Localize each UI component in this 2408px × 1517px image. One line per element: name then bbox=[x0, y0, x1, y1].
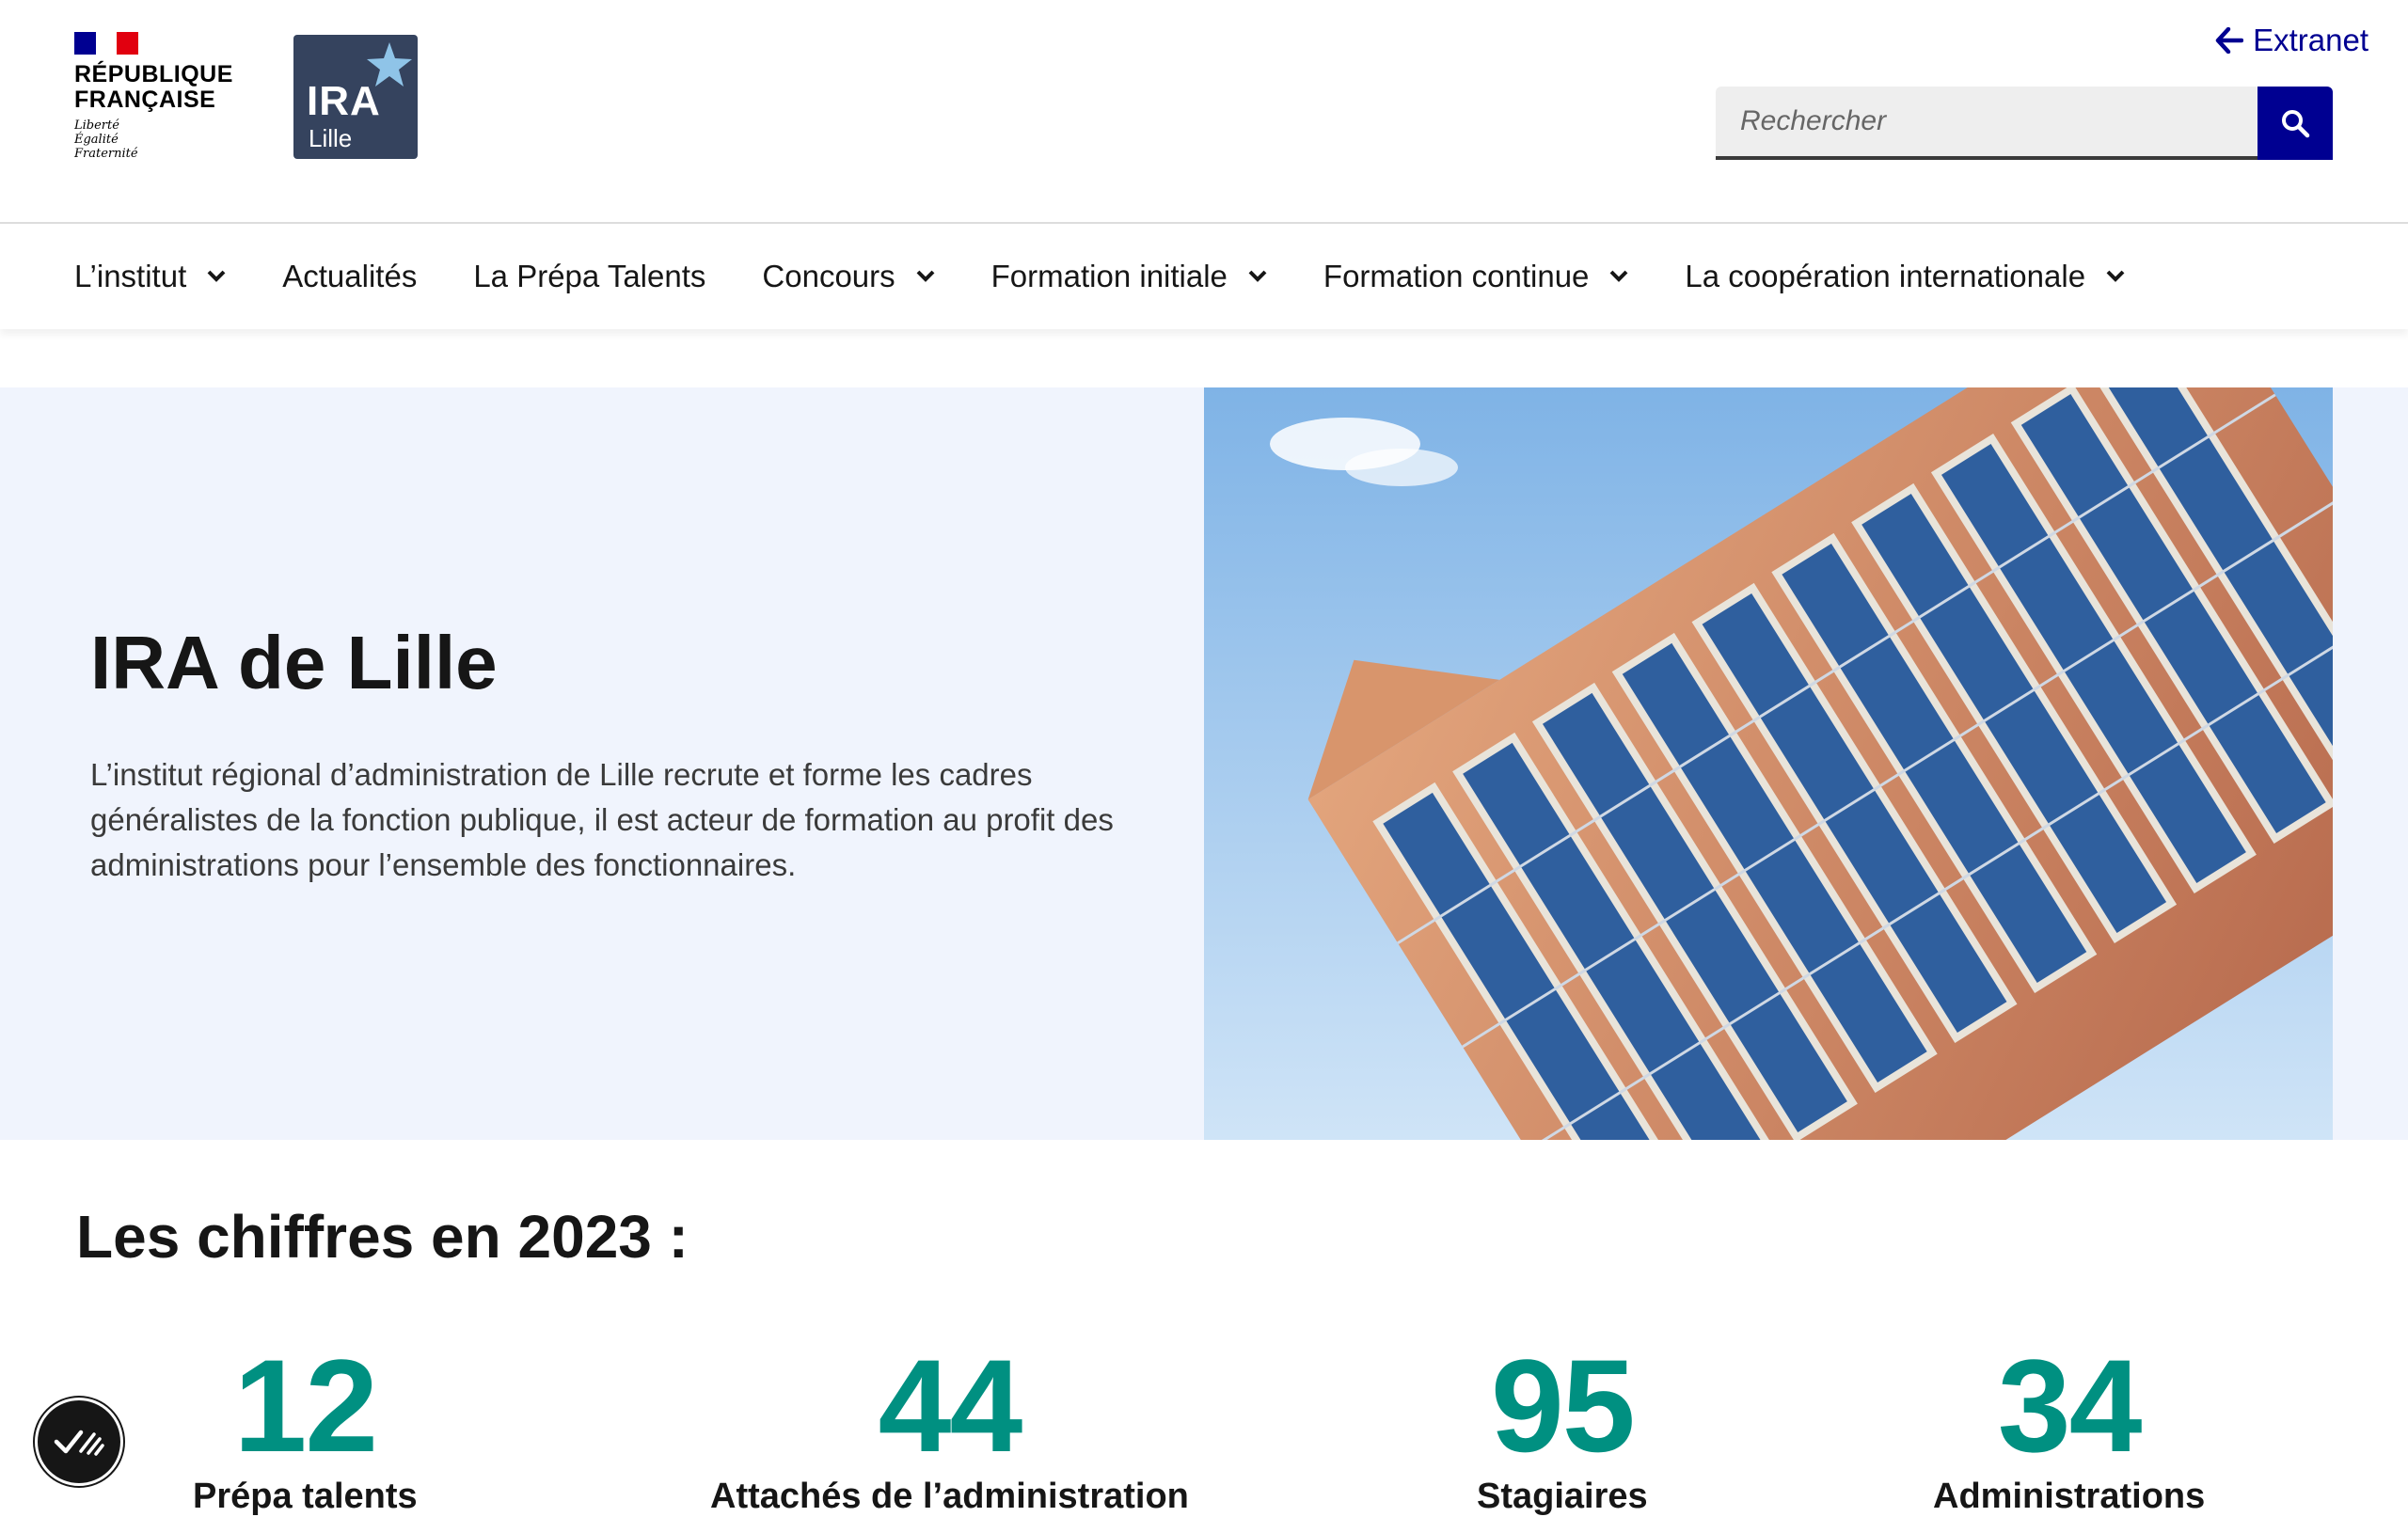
nav-item-institut[interactable]: L’institut bbox=[46, 259, 254, 294]
ira-logo-city: Lille bbox=[309, 124, 353, 152]
search-button[interactable] bbox=[2258, 87, 2333, 160]
ira-logo-text: IRA bbox=[307, 78, 381, 124]
hero-description: L’institut régional d’administration de … bbox=[90, 757, 1114, 882]
accessibility-button[interactable] bbox=[35, 1398, 123, 1486]
main-navigation: L’institut Actualités La Prépa Talents C… bbox=[0, 222, 2408, 329]
stat-label: Prépa talents bbox=[193, 1477, 418, 1516]
nav-item-label: Actualités bbox=[282, 259, 418, 293]
extranet-label: Extranet bbox=[2253, 23, 2368, 57]
nav-item-label: Formation initiale bbox=[990, 259, 1228, 293]
search-bar bbox=[1716, 87, 2333, 160]
republique-francaise-logo[interactable]: RÉPUBLIQUE FRANÇAISE Liberté Égalité Fra… bbox=[74, 32, 262, 161]
arrow-left-icon bbox=[2215, 27, 2244, 54]
stat-label: Attachés de l’administration bbox=[710, 1477, 1189, 1516]
nav-item-label: La coopération internationale bbox=[1685, 259, 2086, 293]
nav-item-actualites[interactable]: Actualités bbox=[254, 259, 445, 294]
extranet-link[interactable]: Extranet bbox=[2215, 23, 2368, 58]
hero-title: IRA de Lille bbox=[90, 621, 498, 704]
accessibility-check-icon bbox=[54, 1430, 104, 1456]
chevron-down-icon bbox=[1609, 270, 1628, 283]
search-input[interactable] bbox=[1716, 87, 2258, 160]
stat-label: Administrations bbox=[1933, 1477, 2206, 1516]
nav-item-formation-continue[interactable]: Formation continue bbox=[1295, 259, 1656, 294]
stat-label: Stagiaires bbox=[1477, 1477, 1648, 1516]
nav-item-concours[interactable]: Concours bbox=[734, 259, 962, 294]
building-photo bbox=[1204, 387, 2333, 1140]
chevron-down-icon bbox=[207, 270, 226, 283]
nav-item-prepa-talents[interactable]: La Prépa Talents bbox=[445, 259, 734, 294]
ira-lille-logo[interactable]: IRA Lille bbox=[293, 35, 418, 159]
stat-item: 44 Attachés de l’administration bbox=[710, 1335, 1189, 1517]
stat-value: 95 bbox=[1490, 1332, 1636, 1479]
nav-item-label: Concours bbox=[762, 259, 895, 293]
stat-value: 44 bbox=[878, 1332, 1023, 1479]
hero-section: IRA de Lille L’institut régional d’admin… bbox=[0, 387, 2408, 1140]
search-icon bbox=[2282, 110, 2310, 138]
chevron-down-icon bbox=[916, 270, 935, 283]
stat-item: 12 Prépa talents bbox=[193, 1335, 418, 1517]
site-header: RÉPUBLIQUE FRANÇAISE Liberté Égalité Fra… bbox=[0, 0, 2408, 221]
nav-item-cooperation-internationale[interactable]: La coopération internationale bbox=[1656, 259, 2153, 294]
stats-title: Les chiffres en 2023 : bbox=[76, 1203, 689, 1271]
stat-value: 12 bbox=[233, 1332, 378, 1479]
nav-item-formation-initiale[interactable]: Formation initiale bbox=[963, 259, 1295, 294]
republique-motto: Liberté Égalité Fraternité bbox=[74, 119, 138, 161]
stat-item: 34 Administrations bbox=[1933, 1335, 2205, 1517]
stat-item: 95 Stagiaires bbox=[1477, 1335, 1648, 1517]
nav-item-label: L’institut bbox=[74, 259, 187, 293]
hero-text: IRA de Lille L’institut régional d’admin… bbox=[90, 621, 1163, 888]
nav-item-label: La Prépa Talents bbox=[473, 259, 706, 293]
nav-item-label: Formation continue bbox=[1323, 259, 1590, 293]
stat-value: 34 bbox=[1997, 1332, 2143, 1479]
republique-francaise-title: RÉPUBLIQUE FRANÇAISE bbox=[74, 61, 233, 113]
chevron-down-icon bbox=[2106, 270, 2125, 283]
chevron-down-icon bbox=[1248, 270, 1267, 283]
french-flag-icon bbox=[74, 32, 139, 55]
